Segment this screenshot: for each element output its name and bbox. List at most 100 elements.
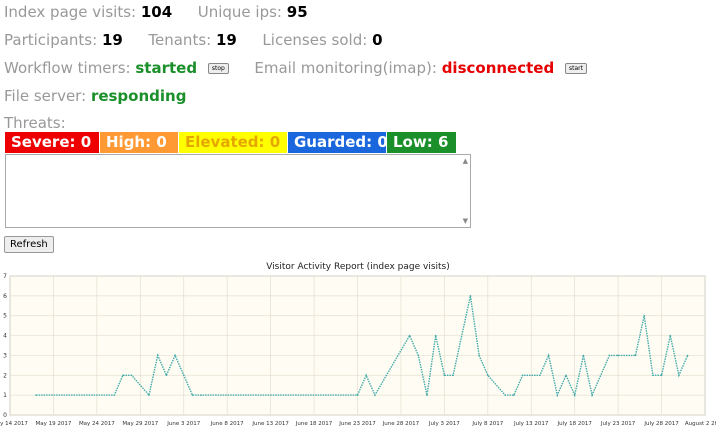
data-point xyxy=(643,314,645,317)
data-point xyxy=(426,394,428,396)
data-point xyxy=(478,354,480,357)
workflow-timers-label: Workflow timers: xyxy=(4,59,131,77)
x-tick-label: August 2 2017 xyxy=(685,421,716,427)
data-point xyxy=(669,334,672,337)
stats-row-fileserver: File server: responding xyxy=(4,87,186,105)
visits-label: Index page visits: xyxy=(4,3,137,21)
tenants-value: 19 xyxy=(215,31,237,49)
data-point xyxy=(356,394,359,396)
email-monitoring-label: Email monitoring(imap): xyxy=(254,59,437,77)
scroll-down-icon[interactable]: ▼ xyxy=(463,217,468,225)
data-point xyxy=(582,354,585,357)
data-point xyxy=(417,354,420,357)
data-point xyxy=(443,374,446,377)
start-email-button[interactable]: start xyxy=(564,63,587,74)
x-tick-label: June 13 2017 xyxy=(251,421,289,427)
visitor-activity-chart: 0 1 2 3 4 5 6 7 May 14 2017 May 19 2017 May 24 20… xyxy=(0,273,716,427)
data-point xyxy=(130,374,133,377)
data-point xyxy=(686,354,689,357)
file-server-status: responding xyxy=(90,87,187,105)
licenses-value: 0 xyxy=(372,31,383,49)
data-point xyxy=(434,334,437,337)
x-tick-label: July 23 2017 xyxy=(600,421,636,427)
data-point xyxy=(469,295,472,297)
data-point xyxy=(148,394,150,396)
data-point xyxy=(565,374,567,377)
stats-row-visits: Index page visits: 104 Unique ips: 95 xyxy=(4,3,308,21)
unique-ips-value: 95 xyxy=(286,3,308,21)
workflow-timers-status: started xyxy=(135,59,198,77)
threat-elevated: Elevated: 0 xyxy=(179,132,288,153)
licenses-label: Licenses sold: xyxy=(262,31,368,49)
file-server-label: File server: xyxy=(4,87,87,105)
x-tick-label: June 8 2017 xyxy=(210,421,244,427)
data-point xyxy=(408,334,411,337)
data-point xyxy=(547,354,550,357)
y-tick-label: 0 xyxy=(3,412,7,419)
data-point xyxy=(35,394,37,396)
data-point xyxy=(521,374,524,377)
data-point xyxy=(617,354,619,357)
threat-high: High: 0 xyxy=(100,132,179,153)
data-point xyxy=(608,354,611,357)
email-monitoring-status: disconnected xyxy=(441,59,555,77)
unique-ips-label: Unique ips: xyxy=(197,3,282,21)
data-point xyxy=(191,394,194,396)
data-point xyxy=(556,394,559,396)
y-tick-label: 4 xyxy=(3,333,7,340)
participants-value: 19 xyxy=(101,31,123,49)
data-point xyxy=(156,354,159,357)
x-tick-label: May 29 2017 xyxy=(122,421,158,427)
data-point xyxy=(165,374,168,377)
x-tick-label: July 28 2017 xyxy=(643,421,679,427)
threats-heading: Threats: xyxy=(4,114,66,132)
data-point xyxy=(634,354,637,357)
data-point xyxy=(678,374,680,377)
data-point xyxy=(113,394,116,396)
x-tick-label: June 18 2017 xyxy=(295,421,333,427)
tenants-label: Tenants: xyxy=(148,31,212,49)
y-tick-label: 5 xyxy=(3,313,7,320)
x-tick-label: June 3 2017 xyxy=(166,421,200,427)
stats-row-timers: Workflow timers: started stop Email moni… xyxy=(4,59,587,77)
stop-timers-button[interactable]: stop xyxy=(207,63,229,74)
x-tick-label: July 13 2017 xyxy=(513,421,549,427)
x-tick-label: May 24 2017 xyxy=(79,421,115,427)
chart-title: Visitor Activity Report (index page visi… xyxy=(266,262,450,272)
data-point xyxy=(539,374,541,377)
y-tick-label: 2 xyxy=(3,372,7,379)
threats-label: Threats: xyxy=(4,114,66,132)
data-point xyxy=(504,394,506,396)
visits-value: 104 xyxy=(140,3,173,21)
participants-label: Participants: xyxy=(4,31,98,49)
y-tick-label: 7 xyxy=(3,273,7,280)
refresh-button[interactable]: Refresh xyxy=(4,236,54,253)
data-point xyxy=(122,374,124,377)
data-point xyxy=(660,374,663,377)
x-tick-label: May 19 2017 xyxy=(36,421,72,427)
y-tick-label: 1 xyxy=(3,392,7,399)
data-point xyxy=(365,374,367,377)
data-point xyxy=(452,374,454,377)
data-point xyxy=(513,394,515,396)
y-tick-label: 6 xyxy=(3,293,7,300)
x-tick-label: June 28 2017 xyxy=(382,421,420,427)
data-point xyxy=(652,374,654,377)
threat-log-textarea[interactable]: ▲ ▼ xyxy=(5,154,471,228)
data-point xyxy=(591,394,593,396)
data-point xyxy=(182,374,185,377)
x-tick-label: July 18 2017 xyxy=(556,421,592,427)
y-tick-label: 3 xyxy=(3,352,7,359)
data-point xyxy=(174,354,176,357)
threat-low: Low: 6 xyxy=(387,132,457,153)
threat-level-bar: Severe: 0 High: 0 Elevated: 0 Guarded: 0… xyxy=(5,132,457,153)
x-tick-label: June 23 2017 xyxy=(338,421,376,427)
threat-guarded: Guarded: 0 xyxy=(288,132,388,153)
x-tick-label: May 14 2017 xyxy=(0,421,28,427)
data-point xyxy=(200,394,202,396)
scroll-up-icon[interactable]: ▲ xyxy=(463,157,468,165)
x-tick-label: July 3 2017 xyxy=(428,421,460,427)
threat-severe: Severe: 0 xyxy=(5,132,100,153)
data-point xyxy=(573,394,576,396)
data-point xyxy=(374,394,376,396)
